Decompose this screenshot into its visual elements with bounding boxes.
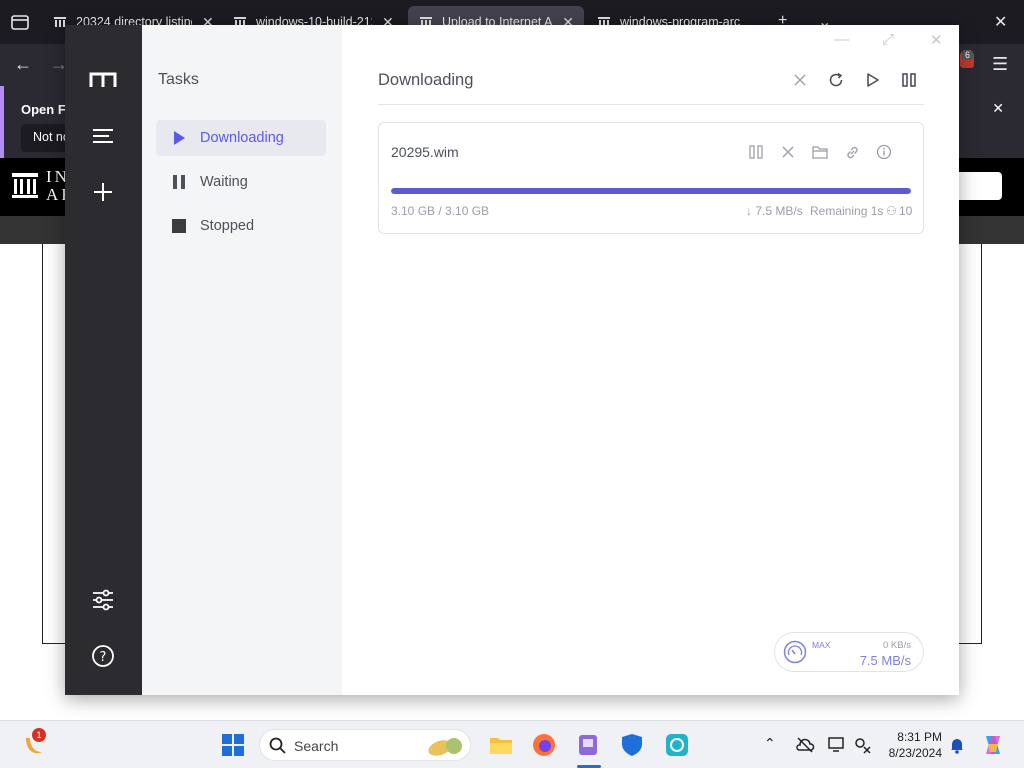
play-icon — [172, 131, 186, 145]
search-label: Search — [294, 738, 339, 754]
motrix-taskbar-icon[interactable] — [664, 732, 690, 758]
speedometer-icon — [783, 640, 807, 664]
sidebar-item-label: Stopped — [200, 218, 255, 234]
delete-task-icon[interactable] — [779, 143, 797, 161]
help-icon[interactable]: ? — [89, 642, 117, 670]
taskbar-search[interactable]: Search — [259, 729, 471, 761]
stop-icon — [172, 219, 186, 233]
notification-bell-icon[interactable] — [947, 735, 967, 755]
link-icon[interactable] — [843, 143, 861, 161]
speedometer[interactable]: MAX 0 KB/s 7.5 MB/s — [774, 632, 924, 672]
info-icon[interactable] — [875, 143, 893, 161]
task-sidebar: Tasks Downloading Waiting Stopped — [142, 25, 342, 695]
maximize-icon[interactable]: ⤢ — [882, 31, 894, 48]
add-task-icon[interactable] — [89, 178, 117, 206]
minimize-icon[interactable]: — — [834, 31, 849, 48]
task-size: 3.10 GB / 3.10 GB — [391, 204, 490, 218]
upload-speed: 0 KB/s — [883, 640, 911, 651]
copilot-icon[interactable] — [980, 732, 1006, 758]
tab-overview-icon[interactable] — [10, 12, 30, 32]
app-rail: ? — [65, 25, 142, 695]
connections-icon: ⚇ — [886, 204, 897, 218]
download-speed: 7.5 MB/s — [859, 653, 911, 668]
task-name: 20295.wim — [391, 144, 459, 160]
notification-title: Open Fi — [21, 102, 70, 117]
windows-start-icon[interactable] — [220, 732, 246, 758]
sidebar-item-waiting[interactable]: Waiting — [156, 164, 326, 200]
svg-text:?: ? — [100, 650, 107, 665]
windows-security-icon[interactable] — [619, 732, 645, 758]
firefox-icon[interactable] — [531, 732, 557, 758]
close-icon[interactable]: ✕ — [930, 31, 943, 49]
back-icon[interactable]: ← — [14, 54, 32, 75]
pause-task-icon[interactable] — [747, 143, 765, 161]
task-progress-fill — [391, 188, 911, 194]
sidebar-title: Tasks — [158, 71, 199, 88]
search-icon — [269, 737, 286, 754]
menu-icon[interactable]: ☰ — [992, 54, 1008, 75]
onedrive-offline-icon[interactable] — [795, 735, 815, 755]
task-speed: ↓ 7.5 MB/s — [746, 204, 803, 218]
task-progress-bar — [391, 188, 911, 194]
refresh-icon[interactable] — [826, 70, 846, 90]
task-connections: 10 — [899, 204, 913, 218]
taskbar: 1 Search ⌃ 8:31 PM 8/23/2024 — [0, 720, 1024, 768]
clock-time: 8:31 PM — [897, 730, 942, 744]
main-panel: — ⤢ ✕ Downloading 20295.wim 3.10 GB / 3.… — [342, 25, 959, 695]
motrix-window: ? Tasks Downloading Waiting Stopped — ⤢ … — [65, 25, 959, 695]
task-list-icon[interactable] — [89, 122, 117, 150]
folder-icon[interactable] — [811, 143, 829, 161]
resume-all-icon[interactable] — [863, 70, 883, 90]
pause-icon — [172, 175, 186, 189]
close-icon[interactable]: ✕ — [992, 100, 1004, 117]
sidebar-item-label: Waiting — [200, 174, 248, 190]
taskbar-clock[interactable]: 8:31 PM 8/23/2024 — [884, 729, 942, 761]
archive-logo-icon[interactable] — [10, 170, 40, 200]
task-remaining: Remaining 1s — [810, 204, 884, 218]
clock-date: 8/23/2024 — [888, 746, 942, 760]
app-logo-icon[interactable] — [89, 66, 117, 94]
sidebar-item-stopped[interactable]: Stopped — [156, 208, 326, 244]
close-window-icon[interactable]: ✕ — [994, 12, 1007, 32]
notification-count-badge: 1 — [32, 728, 46, 742]
chevron-up-icon[interactable]: ⌃ — [764, 735, 784, 755]
pause-all-icon[interactable] — [899, 70, 919, 90]
file-explorer-icon[interactable] — [488, 732, 514, 758]
title-divider — [378, 104, 924, 105]
task-item[interactable]: 20295.wim 3.10 GB / 3.10 GB ↓ 7.5 MB/s R… — [378, 122, 924, 234]
extension-badge: 6 — [962, 50, 974, 60]
delete-all-icon[interactable] — [790, 70, 810, 90]
search-highlight-icon — [428, 738, 462, 756]
archive-logo-text: INTERNET ARCHIVE — [46, 168, 66, 204]
app-icon[interactable] — [575, 732, 601, 758]
display-icon[interactable] — [827, 735, 847, 755]
network-icon[interactable] — [853, 735, 873, 755]
speed-mode-label: MAX — [812, 640, 831, 650]
preferences-icon[interactable] — [89, 586, 117, 614]
sidebar-item-label: Downloading — [200, 130, 284, 146]
page-title: Downloading — [378, 71, 474, 89]
sidebar-item-downloading[interactable]: Downloading — [156, 120, 326, 156]
